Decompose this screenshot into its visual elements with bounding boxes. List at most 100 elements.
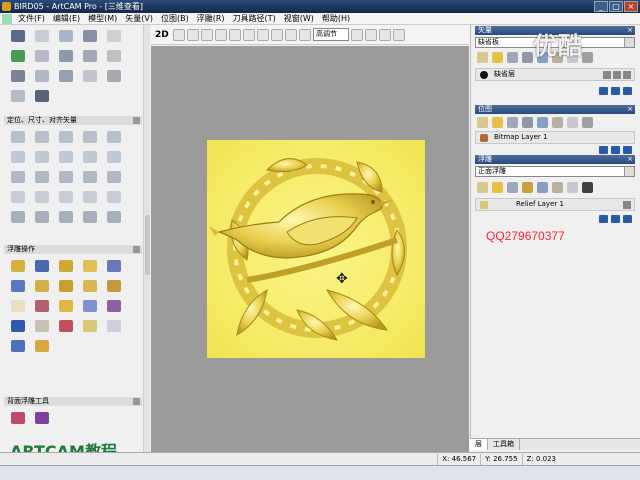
text-tool-button[interactable] (8, 27, 28, 45)
lock-icon[interactable] (603, 71, 611, 79)
layer-tool-icon[interactable] (507, 52, 518, 63)
rotate-view-icon[interactable] (173, 28, 185, 41)
layer-tool-icon[interactable] (567, 117, 578, 128)
layer-tool-icon[interactable] (522, 182, 533, 193)
align-tool-button[interactable] (80, 208, 100, 226)
vector-tool-button[interactable] (104, 27, 124, 45)
layer-tool-icon[interactable] (522, 52, 533, 63)
relief-tool-button[interactable] (80, 317, 100, 335)
align-tool-button[interactable] (56, 168, 76, 186)
zoom-in-icon[interactable] (201, 28, 213, 41)
relief-tool-button[interactable] (8, 337, 28, 355)
relief-tool-button[interactable] (104, 257, 124, 275)
align-tool-button[interactable] (104, 148, 124, 166)
close-icon[interactable]: × (627, 26, 633, 35)
align-tool-button[interactable] (104, 168, 124, 186)
cube-view-icon[interactable] (285, 28, 297, 41)
tab-layers[interactable]: 层 (470, 439, 488, 450)
layer-flag-icon[interactable] (623, 71, 631, 79)
align-tool-button[interactable] (80, 128, 100, 146)
zoom-window-icon[interactable] (229, 28, 241, 41)
menu-bitmap[interactable]: 位图(B) (157, 13, 193, 24)
vector-tool-button[interactable] (32, 27, 52, 45)
relief-tool-button[interactable] (80, 277, 100, 295)
align-tool-button[interactable] (56, 188, 76, 206)
document-icon[interactable] (2, 13, 12, 24)
vector-tool-button[interactable] (80, 67, 100, 85)
arrow-up-icon[interactable] (599, 87, 608, 95)
relief-tool-button[interactable] (104, 297, 124, 315)
section-header-back-relief-tools[interactable]: 背面浮雕工具 (4, 397, 142, 406)
layer-tool-icon[interactable] (507, 117, 518, 128)
vector-layer-row[interactable]: 缺省层 (475, 68, 635, 81)
relief-tool-button[interactable] (32, 297, 52, 315)
cube-view-icon[interactable] (299, 28, 311, 41)
visibility-icon[interactable] (623, 201, 631, 209)
layer-tool-icon[interactable] (507, 182, 518, 193)
material-icon[interactable] (393, 28, 405, 41)
maximize-button[interactable]: □ (609, 1, 623, 12)
align-tool-button[interactable] (80, 148, 100, 166)
menu-window[interactable]: 视窗(W) (280, 13, 318, 24)
scrollbar-thumb[interactable] (145, 215, 150, 275)
collapse-icon[interactable] (133, 117, 140, 124)
arrow-down-icon[interactable] (611, 215, 620, 223)
relief-tool-button[interactable] (32, 257, 52, 275)
arrow-up-icon[interactable] (623, 146, 632, 154)
collapse-icon[interactable] (133, 246, 140, 253)
align-tool-button[interactable] (56, 128, 76, 146)
arrow-up-icon[interactable] (623, 87, 632, 95)
relief-tool-button[interactable] (56, 317, 76, 335)
vector-tool-button[interactable] (80, 47, 100, 65)
2d-view-button[interactable]: 2D (155, 30, 171, 40)
vector-tool-button[interactable] (56, 67, 76, 85)
layer-tool-icon[interactable] (537, 117, 548, 128)
arrow-down-icon[interactable] (611, 87, 620, 95)
render-quality-select[interactable]: 高调节 (313, 28, 349, 41)
relief-tool-button[interactable] (32, 337, 52, 355)
menu-relief[interactable]: 浮雕(R) (193, 13, 229, 24)
close-icon[interactable]: × (627, 155, 633, 164)
menu-help[interactable]: 帮助(H) (318, 13, 354, 24)
vector-tool-button[interactable] (104, 47, 124, 65)
layer-tool-icon[interactable] (582, 52, 593, 63)
relief-tool-button[interactable] (8, 277, 28, 295)
layer-tool-icon[interactable] (582, 182, 593, 193)
bitmap-layer-row[interactable]: Bitmap Layer 1 (475, 131, 635, 144)
light-bulb-icon[interactable] (379, 28, 391, 41)
pan-view-icon[interactable] (187, 28, 199, 41)
zoom-out-icon[interactable] (215, 28, 227, 41)
menu-file[interactable]: 文件(F) (14, 13, 49, 24)
relief-tool-button[interactable] (80, 257, 100, 275)
vector-tool-button[interactable] (56, 47, 76, 65)
align-tool-button[interactable] (8, 128, 28, 146)
arrow-up-icon[interactable] (599, 215, 608, 223)
chevron-down-icon[interactable] (624, 38, 634, 47)
layer-tool-icon[interactable] (567, 182, 578, 193)
vector-tool-button[interactable] (32, 67, 52, 85)
3d-viewport[interactable]: ✥ (151, 46, 469, 452)
relief-tool-button[interactable] (8, 297, 28, 315)
layer-tool-icon[interactable] (552, 182, 563, 193)
relief-tool-button[interactable] (56, 257, 76, 275)
layer-tool-icon[interactable] (537, 182, 548, 193)
arrow-up-icon[interactable] (599, 146, 608, 154)
layer-tool-icon[interactable] (582, 117, 593, 128)
vector-tool-button[interactable] (56, 27, 76, 45)
menu-vector[interactable]: 矢量(V) (121, 13, 157, 24)
align-tool-button[interactable] (8, 188, 28, 206)
vector-tool-button[interactable] (8, 87, 28, 105)
star-tool-button[interactable] (32, 87, 52, 105)
display-mode-icon[interactable] (351, 28, 363, 41)
vector-tool-button[interactable] (104, 67, 124, 85)
relief-tool-button[interactable] (56, 277, 76, 295)
back-relief-tool-button[interactable] (32, 409, 52, 427)
menu-toolpaths[interactable]: 刀具路径(T) (229, 13, 280, 24)
visibility-icon[interactable] (613, 71, 621, 79)
chevron-down-icon[interactable] (624, 167, 634, 176)
align-tool-button[interactable] (32, 188, 52, 206)
cube-view-icon[interactable] (257, 28, 269, 41)
collapse-icon[interactable] (133, 398, 140, 405)
vector-tool-button[interactable] (8, 67, 28, 85)
tab-toolbox[interactable]: 工具箱 (488, 439, 520, 450)
